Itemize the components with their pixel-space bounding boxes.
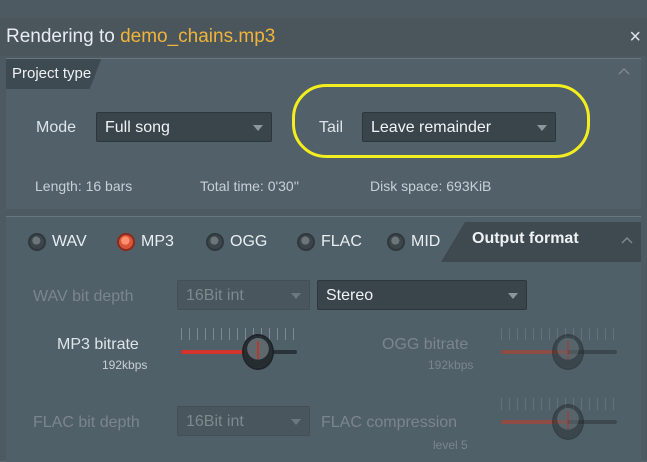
close-icon[interactable]: ×: [629, 26, 641, 49]
radio-ogg[interactable]: OGG: [206, 230, 267, 254]
slider-knob-icon[interactable]: [554, 406, 582, 438]
flac-compression-slider[interactable]: [501, 398, 621, 446]
ogg-bitrate-value: 192kbps: [428, 358, 474, 372]
tail-select[interactable]: Leave remainder: [362, 112, 556, 142]
tail-label: Tail: [319, 119, 344, 136]
radio-dot: [206, 233, 224, 251]
mp3-bitrate-label: MP3 bitrate: [57, 336, 139, 353]
wav-bit-depth-value: 16Bit int: [186, 287, 244, 304]
flac-compression-label: FLAC compression: [321, 414, 458, 431]
render-dialog: Rendering to demo_chains.mp3 × Project t…: [0, 0, 647, 462]
project-type-header: Project type: [6, 59, 102, 89]
mode-label: Mode: [36, 119, 77, 136]
length-info: Length: 16 bars: [35, 178, 133, 194]
radio-dot: [28, 233, 46, 251]
chevron-down-icon: [291, 419, 301, 425]
radio-mp3[interactable]: MP3: [117, 230, 174, 254]
title-prefix: Rendering to: [6, 26, 121, 47]
mp3-bitrate-value: 192kbps: [102, 358, 148, 372]
output-file-name: demo_chains.mp3: [120, 26, 276, 47]
radio-flac[interactable]: FLAC: [297, 230, 362, 254]
channels-value: Stereo: [326, 287, 374, 304]
flac-bit-depth-value: 16Bit int: [186, 413, 244, 430]
flac-compression-value: level 5: [433, 438, 468, 452]
slider-knob-icon[interactable]: [244, 336, 272, 368]
slider-scale: [181, 328, 297, 340]
radio-label: MID: [411, 233, 441, 250]
radio-mid[interactable]: MID: [387, 230, 440, 254]
channels-select[interactable]: Stereo: [317, 280, 527, 310]
collapse-icon[interactable]: [617, 65, 631, 79]
chevron-down-icon: [253, 125, 263, 131]
chevron-down-icon: [291, 293, 301, 299]
ogg-bitrate-label: OGG bitrate: [382, 336, 469, 353]
radio-label: OGG: [230, 233, 268, 250]
wav-bit-depth-select[interactable]: 16Bit int: [177, 280, 310, 310]
total-time-info: Total time: 0'30'': [200, 178, 300, 194]
chevron-down-icon: [537, 125, 547, 131]
disk-space-info: Disk space: 693KiB: [370, 178, 492, 194]
radio-wav[interactable]: WAV: [28, 230, 87, 254]
tail-value: Leave remainder: [371, 119, 492, 136]
ogg-bitrate-slider[interactable]: [501, 328, 621, 376]
radio-label: MP3: [141, 233, 174, 250]
mp3-bitrate-slider[interactable]: [181, 328, 301, 376]
radio-dot: [387, 233, 405, 251]
radio-label: FLAC: [321, 233, 362, 250]
flac-bit-depth-select[interactable]: 16Bit int: [177, 406, 310, 436]
radio-dot-selected: [117, 233, 135, 251]
radio-dot: [297, 233, 315, 251]
output-format-header: Output format: [472, 230, 579, 247]
radio-label: WAV: [52, 233, 87, 250]
wav-bit-depth-label: WAV bit depth: [33, 288, 134, 305]
window-title: Rendering to demo_chains.mp3: [6, 26, 275, 48]
chevron-down-icon: [508, 293, 518, 299]
slider-knob-icon[interactable]: [554, 336, 582, 368]
title-bar: Rendering to demo_chains.mp3 ×: [0, 18, 647, 56]
collapse-icon[interactable]: [620, 234, 634, 248]
mode-value: Full song: [105, 119, 170, 136]
flac-bit-depth-label: FLAC bit depth: [33, 414, 140, 431]
mode-select[interactable]: Full song: [96, 112, 272, 142]
